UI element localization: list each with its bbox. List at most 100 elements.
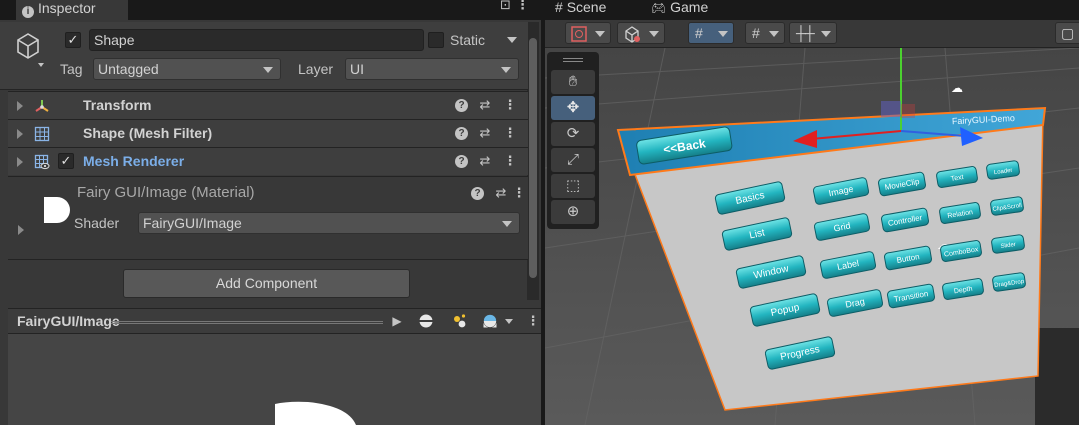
divider <box>8 259 528 260</box>
chevron-down-icon <box>718 31 728 37</box>
more-icon[interactable]: ⋮ <box>516 0 529 13</box>
toolbar-overflow-icon: ▢ <box>1061 25 1075 41</box>
component-name: Transform <box>83 97 152 113</box>
chevron-down-icon <box>769 31 779 37</box>
component-name: Shape (Mesh Filter) <box>83 125 213 141</box>
scene-visibility-button[interactable] <box>617 22 665 44</box>
chevron-down-icon <box>595 31 605 37</box>
component-mesh-renderer[interactable]: ✓ Mesh Renderer ? ⇄ ⋮ <box>8 147 528 175</box>
hand-icon: ✋︎ <box>568 73 578 90</box>
material-name: Fairy GUI/Image (Material) <box>77 184 255 201</box>
preview-background-icon[interactable] <box>482 313 498 329</box>
rect-tool-button[interactable]: ⬚ <box>551 174 595 198</box>
overflow-button[interactable]: ▢ <box>1055 22 1079 44</box>
chevron-down-icon <box>821 31 831 37</box>
inspector-panel: i Inspector ⊡ ⋮ ✓ Shape Static Tag Untagg… <box>0 0 543 425</box>
gamepad-icon: 🎮︎ <box>651 1 667 15</box>
preview-area[interactable] <box>8 334 541 425</box>
static-label: Static <box>450 32 486 48</box>
tab-game-label: Game <box>670 0 709 15</box>
static-dropdown-icon[interactable] <box>507 37 517 43</box>
transform-icon <box>35 100 49 112</box>
help-icon[interactable]: ? <box>455 127 468 140</box>
chevron-down-icon <box>649 31 659 37</box>
preset-icon[interactable]: ⇄ <box>477 97 493 113</box>
grid-icon: # <box>555 0 563 15</box>
material-section: Fairy GUI/Image (Material) ? ⇄ ⋮ Shader … <box>8 176 528 259</box>
dropdown-caret-icon[interactable] <box>505 319 513 324</box>
palette-drag-handle[interactable] <box>563 58 583 62</box>
info-icon: i <box>22 6 34 18</box>
help-icon[interactable]: ? <box>455 99 468 112</box>
rotate-tool-button[interactable]: ⟳ <box>551 122 595 146</box>
gameobject-cube-icon[interactable] <box>14 30 46 70</box>
mesh-renderer-icon <box>34 154 50 170</box>
add-component-button[interactable]: Add Component <box>123 269 410 298</box>
shader-dropdown[interactable]: FairyGUI/Image <box>138 212 520 234</box>
tab-scene[interactable]: # Scene <box>555 0 606 20</box>
preset-icon[interactable]: ⇄ <box>477 153 493 169</box>
active-checkbox[interactable]: ✓ <box>65 32 81 48</box>
move-tool-button[interactable]: ✥ <box>551 96 595 120</box>
foldout-arrow-icon[interactable] <box>17 101 23 111</box>
pivot-grid-button[interactable]: # <box>688 22 734 44</box>
scene-viewport[interactable]: FairyGUI-Demo <<Back ☁ ☁ Basics Image Movi… <box>545 48 1079 425</box>
scene-panel: # Scene 🎮︎ Game # # ┼┼ ▢ FairyGUI-Demo <… <box>545 0 1079 425</box>
tab-scene-label: Scene <box>566 0 607 15</box>
foldout-arrow-icon[interactable] <box>18 225 24 235</box>
preview-title: FairyGUI/Image <box>17 313 120 329</box>
layer-dropdown[interactable]: UI <box>345 58 519 80</box>
scale-tool-button[interactable]: ⤢ <box>551 148 595 172</box>
gameobject-header: ✓ Shape Static Tag Untagged Layer UI <box>0 22 528 90</box>
mesh-renderer-enabled-checkbox[interactable]: ✓ <box>58 153 74 169</box>
context-menu-icon[interactable]: ⋮ <box>502 153 518 169</box>
help-icon[interactable]: ? <box>471 187 484 200</box>
foldout-arrow-icon[interactable] <box>17 157 23 167</box>
context-menu-icon[interactable]: ⋮ <box>502 125 518 141</box>
context-menu-icon[interactable]: ⋮ <box>511 185 527 201</box>
gizmo-ruler-button[interactable]: ┼┼ <box>789 22 837 44</box>
static-checkbox[interactable] <box>428 32 444 48</box>
preview-drag-handle[interactable] <box>111 321 383 324</box>
scrollbar-thumb[interactable] <box>529 38 537 278</box>
material-preview-thumbnail[interactable] <box>44 197 70 223</box>
draw-mode-button[interactable] <box>565 22 611 44</box>
tool-palette: ✋︎ ✥ ⟳ ⤢ ⬚ ⊕ <box>547 52 599 229</box>
preview-mesh-icon[interactable] <box>418 313 434 329</box>
foldout-arrow-icon[interactable] <box>17 129 23 139</box>
context-menu-icon[interactable]: ⋮ <box>525 313 541 329</box>
preset-icon[interactable]: ⇄ <box>477 125 493 141</box>
component-transform[interactable]: Transform ? ⇄ ⋮ <box>8 91 528 119</box>
light-gizmo-icon[interactable]: ☁ <box>951 81 963 95</box>
tab-inspector-label: Inspector <box>38 0 96 16</box>
mesh-filter-icon <box>34 126 50 142</box>
help-icon[interactable]: ? <box>455 155 468 168</box>
tag-label: Tag <box>60 61 83 77</box>
scene-toolbar: # # ┼┼ ▢ <box>545 20 1079 48</box>
scene-cube-icon <box>625 26 640 43</box>
component-mesh-filter[interactable]: Shape (Mesh Filter) ? ⇄ ⋮ <box>8 119 528 147</box>
move-icon: ✥ <box>566 99 580 116</box>
snap-increment-button[interactable]: # <box>745 22 785 44</box>
shader-label: Shader <box>74 215 120 231</box>
layer-label: Layer <box>298 61 334 77</box>
gameobject-name-field[interactable]: Shape <box>89 29 424 51</box>
scene-tabbar: # Scene 🎮︎ Game <box>545 0 1079 20</box>
tab-inspector[interactable]: i Inspector <box>16 0 128 20</box>
tab-game[interactable]: 🎮︎ Game <box>651 0 708 20</box>
play-icon[interactable]: ▶ <box>389 313 405 329</box>
ruler-icon: ┼┼ <box>796 25 815 41</box>
hand-tool-button[interactable]: ✋︎ <box>551 70 595 94</box>
transform-all-icon: ⊕ <box>566 203 580 220</box>
grid-snap-icon: # <box>695 25 703 41</box>
tag-dropdown[interactable]: Untagged <box>93 58 281 80</box>
preset-icon[interactable]: ⇄ <box>493 185 509 201</box>
draw-mode-icon <box>571 26 587 42</box>
scale-icon: ⤢ <box>566 151 579 168</box>
preview-lighting-icon[interactable] <box>451 313 467 329</box>
component-name: Mesh Renderer <box>83 153 185 169</box>
lock-icon[interactable]: ⊡ <box>500 0 511 13</box>
scene-3d-view[interactable]: FairyGUI-Demo <<Back ☁ ☁ Basics Image Movi… <box>545 48 1079 425</box>
transform-tool-button[interactable]: ⊕ <box>551 200 595 224</box>
context-menu-icon[interactable]: ⋮ <box>502 97 518 113</box>
